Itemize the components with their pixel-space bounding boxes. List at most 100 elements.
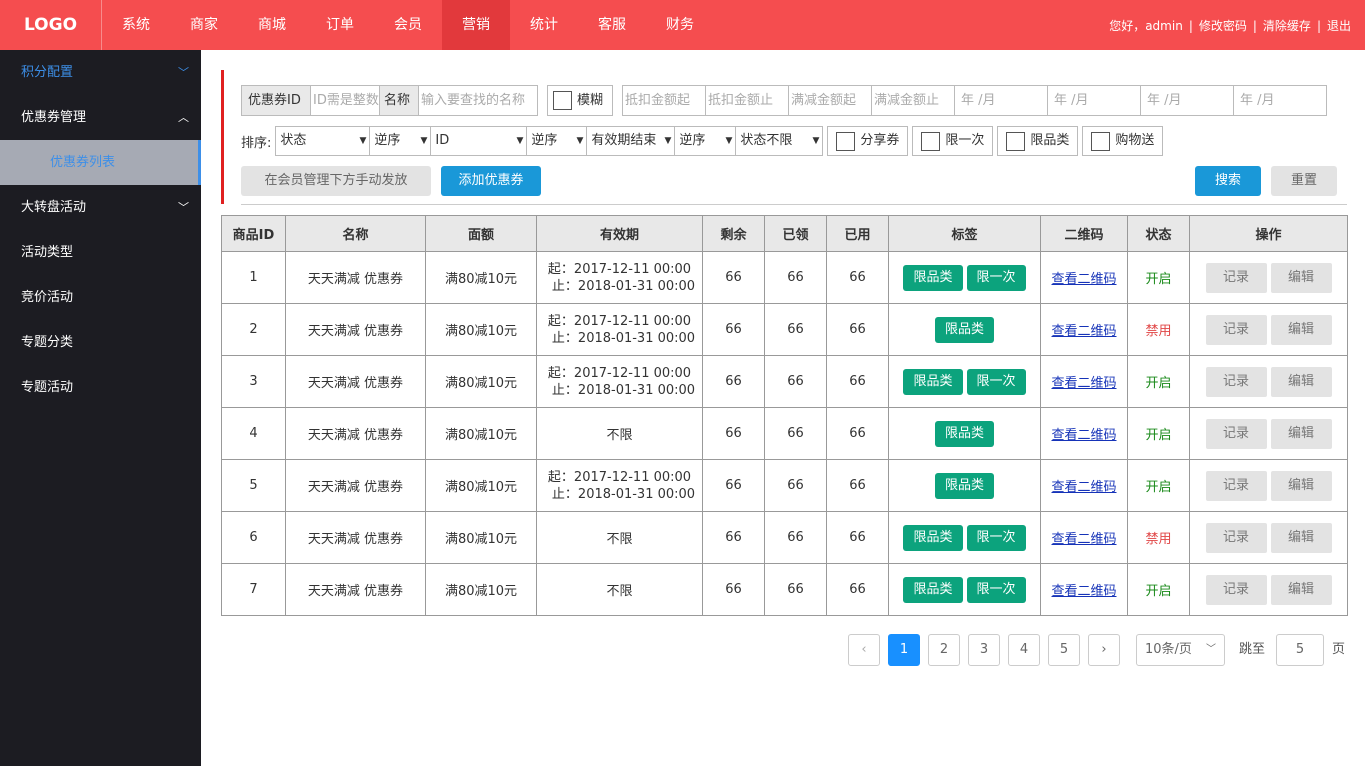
page-2-button[interactable]: 2 (928, 634, 960, 666)
record-button[interactable]: 记录 (1205, 262, 1267, 293)
view-qrcode-link[interactable]: 查看二维码 (1051, 428, 1116, 443)
add-coupon-button[interactable]: 添加优惠券 (441, 166, 541, 196)
status-text: 开启 (1145, 480, 1172, 495)
page-3-button[interactable]: 3 (968, 634, 1000, 666)
sidebar-item-activity-type[interactable]: 活动类型 (0, 230, 201, 275)
cell-id: 5 (221, 459, 286, 512)
change-password-link[interactable]: 修改密码 (1193, 0, 1253, 50)
prev-page-button[interactable]: ‹ (848, 634, 880, 666)
nav-item-members[interactable]: 会员 (374, 0, 442, 50)
nav-item-system[interactable]: 系统 (102, 0, 170, 50)
edit-button[interactable]: 编辑 (1270, 262, 1332, 293)
view-qrcode-link[interactable]: 查看二维码 (1051, 532, 1116, 547)
valid-from: 起：2017-12-11 00:00 (547, 365, 692, 381)
record-button[interactable]: 记录 (1205, 314, 1267, 345)
sort-status-select[interactable]: 状态 ▼ (275, 126, 371, 156)
col-header-actions: 操作 (1189, 215, 1348, 252)
record-button[interactable]: 记录 (1205, 366, 1267, 397)
edit-button[interactable]: 编辑 (1270, 314, 1332, 345)
nav-item-merchant[interactable]: 商家 (170, 0, 238, 50)
nav-item-mall[interactable]: 商城 (238, 0, 306, 50)
dropdown-arrow-icon: ▼ (420, 136, 428, 146)
logo[interactable]: LOGO (0, 0, 102, 50)
reduce-from-input[interactable]: 满减金额起 (789, 85, 872, 116)
logout-link[interactable]: 退出 (1321, 0, 1357, 50)
nav-item-finance[interactable]: 财务 (646, 0, 714, 50)
reduce-to-input[interactable]: 满减金额止 (872, 85, 955, 116)
sidebar-item-coupon-list[interactable]: 优惠券列表 (0, 140, 201, 185)
manual-issue-button[interactable]: 在会员管理下方手动发放 (241, 166, 431, 196)
share-checkbox[interactable]: 分享券 (827, 126, 909, 156)
col-header-used: 已用 (826, 215, 889, 252)
page-1-button[interactable]: 1 (888, 634, 920, 666)
jump-page-input[interactable]: 5 (1276, 634, 1324, 666)
edit-button[interactable]: 编辑 (1270, 366, 1332, 397)
chevron-down-icon: ﹀ (178, 201, 189, 214)
record-button[interactable]: 记录 (1205, 574, 1267, 605)
nav-item-stats[interactable]: 统计 (510, 0, 578, 50)
deduct-to-input[interactable]: 抵扣金额止 (706, 85, 789, 116)
view-qrcode-link[interactable]: 查看二维码 (1051, 480, 1116, 495)
jump-label: 跳至 (1239, 642, 1266, 657)
record-button[interactable]: 记录 (1205, 418, 1267, 449)
search-button[interactable]: 搜索 (1195, 166, 1261, 196)
checkbox-label: 分享券 (860, 133, 900, 148)
sort-expiry-select[interactable]: 有效期结束 ▼ (587, 126, 676, 156)
page-size-select[interactable]: 10条/页 ﹀ (1136, 634, 1225, 666)
edit-button[interactable]: 编辑 (1270, 522, 1332, 553)
sidebar-item-topic-category[interactable]: 专题分类 (0, 320, 201, 365)
tag-limited-category: 限品类 (934, 472, 994, 499)
cell-name: 天天满减 优惠券 (285, 407, 426, 460)
limited-category-checkbox[interactable]: 限品类 (997, 126, 1079, 156)
name-input[interactable]: 输入要查找的名称 (419, 85, 538, 116)
date-end-input[interactable]: 年 /月 (1048, 85, 1141, 116)
sort-order2-select[interactable]: 逆序 ▼ (527, 126, 588, 156)
nav-item-marketing[interactable]: 营销 (442, 0, 510, 50)
sort-order3-select[interactable]: 逆序 ▼ (675, 126, 737, 156)
page-5-button[interactable]: 5 (1048, 634, 1080, 666)
reset-button[interactable]: 重置 (1271, 166, 1337, 196)
page-4-button[interactable]: 4 (1008, 634, 1040, 666)
tag-limited-category: 限品类 (903, 264, 963, 291)
coupon-id-input[interactable]: ID需是整数 (311, 85, 380, 116)
view-qrcode-link[interactable]: 查看二维码 (1051, 324, 1116, 339)
view-qrcode-link[interactable]: 查看二维码 (1051, 584, 1116, 599)
status-filter-select[interactable]: 状态不限 ▼ (736, 126, 824, 156)
date-end2-input[interactable]: 年 /月 (1234, 85, 1327, 116)
sidebar-item-points-config[interactable]: 积分配置 ﹀ (0, 50, 201, 95)
view-qrcode-link[interactable]: 查看二维码 (1051, 376, 1116, 391)
sidebar-item-wheel[interactable]: 大转盘活动 ﹀ (0, 185, 201, 230)
sort-order-select[interactable]: 逆序 ▼ (370, 126, 432, 156)
edit-button[interactable]: 编辑 (1270, 418, 1332, 449)
user-menu: 您好，admin | 修改密码 | 清除缓存 | 退出 (1103, 0, 1357, 50)
cell-qrcode: 查看二维码 (1040, 459, 1128, 512)
cell-value: 满80减10元 (425, 303, 537, 356)
record-button[interactable]: 记录 (1205, 470, 1267, 501)
edit-button[interactable]: 编辑 (1270, 574, 1332, 605)
cell-used: 66 (826, 511, 889, 564)
view-qrcode-link[interactable]: 查看二维码 (1051, 272, 1116, 287)
edit-button[interactable]: 编辑 (1270, 470, 1332, 501)
cell-status: 禁用 (1127, 303, 1190, 356)
table-row: 6 天天满减 优惠券 满80减10元 不限 66 66 66 限品类 限一次 查看… (221, 511, 1348, 564)
date-start-input[interactable]: 年 /月 (955, 85, 1048, 116)
col-header-tags: 标签 (888, 215, 1041, 252)
nav-item-service[interactable]: 客服 (578, 0, 646, 50)
fuzzy-checkbox[interactable]: 模糊 (547, 85, 613, 116)
sidebar-item-coupon-mgmt[interactable]: 优惠券管理 ︿ (0, 95, 201, 140)
col-header-name: 名称 (285, 215, 426, 252)
nav-item-orders[interactable]: 订单 (306, 0, 374, 50)
clear-cache-link[interactable]: 清除缓存 (1257, 0, 1317, 50)
deduct-from-input[interactable]: 抵扣金额起 (622, 85, 706, 116)
sort-id-select[interactable]: ID ▼ (431, 126, 528, 156)
sidebar-item-bidding[interactable]: 竞价活动 (0, 275, 201, 320)
cell-name: 天天满减 优惠券 (285, 563, 426, 616)
shopping-gift-checkbox[interactable]: 购物送 (1082, 126, 1164, 156)
record-button[interactable]: 记录 (1205, 522, 1267, 553)
checkbox-label: 限一次 (945, 133, 985, 148)
sidebar-item-topic-activity[interactable]: 专题活动 (0, 365, 201, 410)
once-checkbox[interactable]: 限一次 (912, 126, 994, 156)
date-start2-input[interactable]: 年 /月 (1141, 85, 1234, 116)
status-text: 开启 (1145, 272, 1172, 287)
next-page-button[interactable]: › (1088, 634, 1120, 666)
